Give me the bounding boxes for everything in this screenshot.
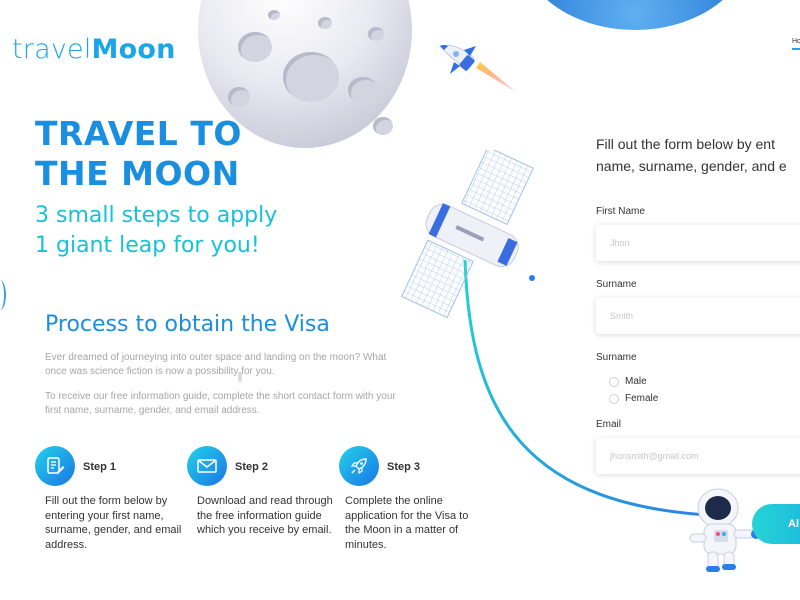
process-paragraph-intro: Ever dreamed of journeying into outer sp…: [45, 352, 387, 377]
logo-text-bold: Moon: [91, 34, 176, 65]
step3-text: Complete the online application for the …: [345, 495, 469, 551]
step2-text: Download and read through the free infor…: [197, 495, 333, 536]
email-label: Email: [596, 419, 622, 430]
hero-subtitle-line1: 3 small steps to apply: [35, 203, 278, 228]
apply-button[interactable]: Al: [752, 504, 800, 544]
hero-title: TRAVEL TO THE MOON: [35, 114, 242, 194]
first-name-label: First Name: [596, 206, 645, 217]
radio-button-female[interactable]: [609, 393, 619, 404]
cursor-mark: [238, 372, 242, 382]
form-intro-line2: name, surname, gender, and e: [596, 158, 787, 174]
brand-logo[interactable]: travelMoon: [12, 34, 176, 65]
nav-active-indicator: [792, 48, 800, 50]
rocket-icon: [350, 458, 367, 475]
planet-edge-illustration: [0, 280, 6, 310]
process-title: Process to obtain the Visa: [45, 312, 330, 337]
hero-title-line2: THE MOON: [35, 154, 240, 193]
step2-label: Step 2: [235, 461, 269, 473]
email-input[interactable]: [596, 438, 800, 474]
first-name-input[interactable]: [596, 225, 800, 261]
envelope-icon: [197, 459, 217, 473]
step3-label: Step 3: [387, 461, 421, 473]
planet-illustration: [520, 0, 750, 30]
step2-icon-circle: [187, 446, 227, 486]
surname-input[interactable]: [596, 298, 800, 334]
step1-icon-circle: [35, 446, 75, 486]
process-paragraph-instructions: To receive our free information guide, c…: [45, 391, 396, 416]
logo-text-light: travel: [12, 34, 92, 65]
gender-option-male[interactable]: Male: [609, 376, 647, 387]
nav-home-link[interactable]: Ho: [792, 38, 800, 45]
form-intro: Fill out the form below by ent name, sur…: [596, 133, 800, 177]
gender-option-female[interactable]: Female: [609, 393, 658, 404]
hero-subtitle: 3 small steps to apply 1 giant leap for …: [35, 201, 277, 261]
step3-icon-circle: [339, 446, 379, 486]
step1-text: Fill out the form below by entering your…: [45, 495, 182, 551]
gender-label: Surname: [596, 352, 637, 363]
gender-option-male-label: Male: [625, 376, 647, 387]
step1-label: Step 1: [83, 461, 117, 473]
form-intro-line1: Fill out the form below by ent: [596, 136, 775, 152]
gender-option-female-label: Female: [625, 393, 659, 404]
rocket-illustration: [439, 44, 516, 92]
hero-title-line1: TRAVEL TO: [35, 114, 242, 153]
radio-button-male[interactable]: [609, 376, 619, 387]
document-edit-icon: [47, 457, 65, 474]
surname-label: Surname: [596, 279, 637, 290]
hero-subtitle-line2: 1 giant leap for you!: [35, 233, 260, 258]
